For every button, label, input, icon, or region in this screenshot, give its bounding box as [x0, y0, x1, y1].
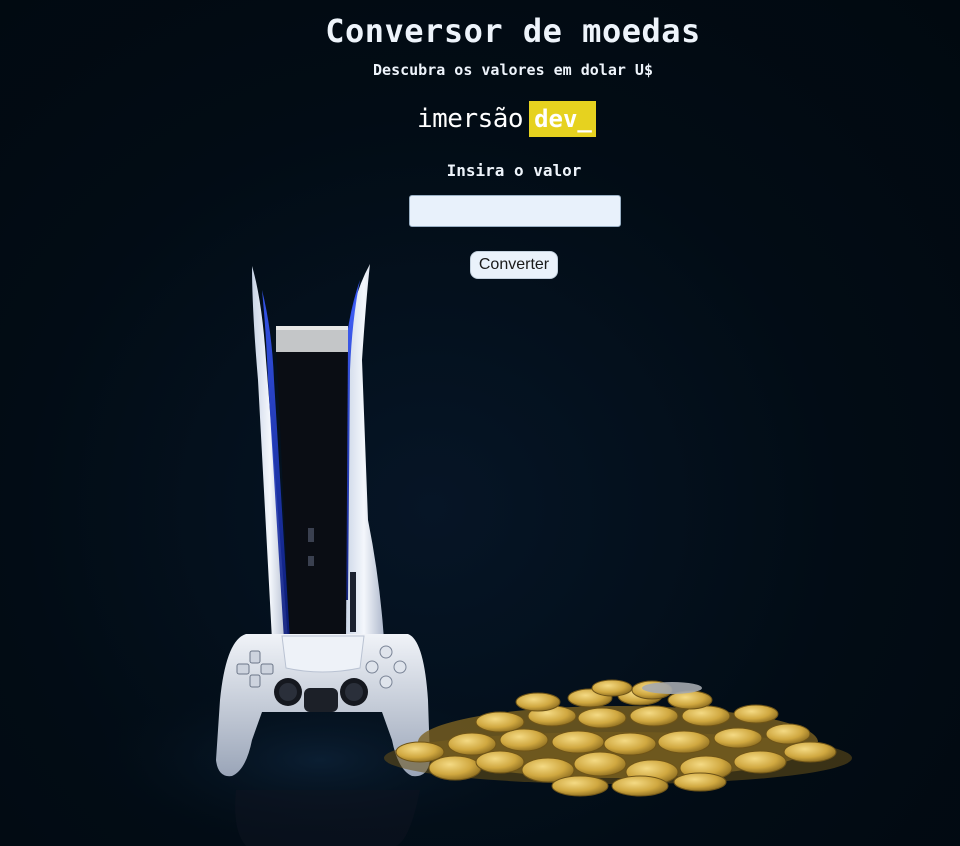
- game-console-icon: [252, 264, 384, 640]
- page-title: Conversor de moedas: [325, 12, 701, 50]
- page-subtitle: Descubra os valores em dolar U$: [373, 61, 653, 79]
- imersao-dev-logo: imersão dev_: [417, 101, 596, 137]
- value-input-label: Insira o valor: [446, 161, 582, 180]
- logo-imersao-text: imersão: [417, 104, 524, 134]
- page: Conversor de moedas Descubra os valores …: [0, 0, 960, 846]
- convert-button[interactable]: Converter: [470, 251, 558, 279]
- logo-dev-badge: dev_: [529, 101, 596, 137]
- value-input[interactable]: [409, 195, 621, 227]
